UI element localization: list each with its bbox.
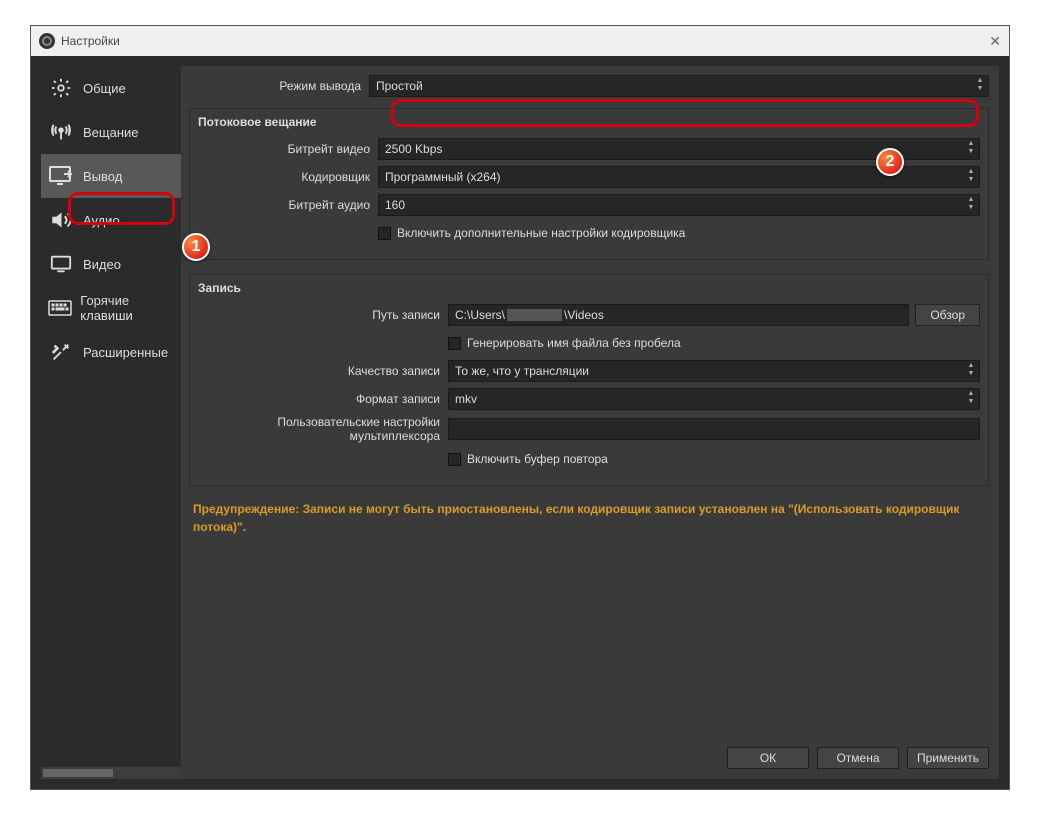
output-icon bbox=[47, 162, 75, 190]
output-mode-label: Режим вывода bbox=[189, 79, 369, 93]
sidebar-item-label: Вещание bbox=[83, 125, 139, 140]
obs-icon bbox=[39, 33, 55, 49]
audio-bitrate-value: 160 bbox=[385, 198, 405, 212]
encoder-label: Кодировщик bbox=[198, 170, 378, 184]
recording-quality-combo[interactable]: То же, что у трансляции ▲▼ bbox=[448, 360, 980, 382]
window-title: Настройки bbox=[61, 34, 120, 48]
output-mode-value: Простой bbox=[376, 79, 423, 93]
tools-icon bbox=[47, 338, 75, 366]
antenna-icon bbox=[47, 118, 75, 146]
replay-buffer-label: Включить буфер повтора bbox=[467, 452, 608, 466]
recording-format-combo[interactable]: mkv ▲▼ bbox=[448, 388, 980, 410]
replay-buffer-checkbox[interactable]: Включить буфер повтора bbox=[448, 452, 980, 466]
checkbox-icon bbox=[448, 337, 461, 350]
cancel-button[interactable]: Отмена bbox=[817, 747, 899, 769]
recording-path-suffix: \Videos bbox=[564, 308, 604, 322]
advanced-encoder-checkbox[interactable]: Включить дополнительные настройки кодиро… bbox=[378, 226, 980, 240]
video-bitrate-value: 2500 Kbps bbox=[385, 142, 442, 156]
mux-label: Пользовательские настройки мультиплексор… bbox=[198, 415, 448, 443]
recording-path-label: Путь записи bbox=[198, 308, 448, 322]
sidebar-item-output[interactable]: Вывод bbox=[41, 154, 181, 198]
sidebar: Общие Вещание Вывод Аудио Видео Горячие … bbox=[41, 66, 181, 779]
sidebar-item-general[interactable]: Общие bbox=[41, 66, 181, 110]
sidebar-item-label: Видео bbox=[83, 257, 121, 272]
recording-format-label: Формат записи bbox=[198, 392, 448, 406]
redacted-block bbox=[507, 309, 562, 321]
recording-quality-label: Качество записи bbox=[198, 364, 448, 378]
settings-window: Настройки ✕ Общие Вещание Вывод Аудио bbox=[30, 25, 1010, 790]
sidebar-item-stream[interactable]: Вещание bbox=[41, 110, 181, 154]
keyboard-icon bbox=[47, 294, 72, 322]
recording-path-prefix: C:\Users\ bbox=[455, 308, 505, 322]
monitor-icon bbox=[47, 250, 75, 278]
sidebar-item-video[interactable]: Видео bbox=[41, 242, 181, 286]
mux-input[interactable] bbox=[448, 418, 980, 440]
gear-icon bbox=[47, 74, 75, 102]
sidebar-item-label: Аудио bbox=[83, 213, 120, 228]
sidebar-item-label: Общие bbox=[83, 81, 126, 96]
checkbox-icon bbox=[448, 453, 461, 466]
warning-text: Предупреждение: Записи не могут быть при… bbox=[189, 494, 989, 542]
shell: Общие Вещание Вывод Аудио Видео Горячие … bbox=[31, 56, 1009, 789]
advanced-encoder-label: Включить дополнительные настройки кодиро… bbox=[397, 226, 685, 240]
sidebar-item-label: Расширенные bbox=[83, 345, 168, 360]
encoder-combo[interactable]: Программный (x264) ▲▼ bbox=[378, 166, 980, 188]
recording-path-input[interactable]: C:\Users\ \Videos bbox=[448, 304, 909, 326]
speaker-icon bbox=[47, 206, 75, 234]
encoder-value: Программный (x264) bbox=[385, 170, 501, 184]
recording-group: Запись Путь записи C:\Users\ \Videos Обз… bbox=[189, 274, 989, 486]
recording-quality-value: То же, что у трансляции bbox=[455, 364, 589, 378]
footer: ОК Отмена Применить bbox=[189, 737, 989, 769]
sidebar-item-label: Горячие клавиши bbox=[80, 293, 175, 323]
main-panel: Режим вывода Простой ▲▼ Потоковое вещани… bbox=[181, 66, 999, 779]
checkbox-icon bbox=[378, 227, 391, 240]
sidebar-item-advanced[interactable]: Расширенные bbox=[41, 330, 181, 374]
sidebar-item-hotkeys[interactable]: Горячие клавиши bbox=[41, 286, 181, 330]
recording-format-value: mkv bbox=[455, 392, 477, 406]
audio-bitrate-combo[interactable]: 160 ▲▼ bbox=[378, 194, 980, 216]
sidebar-scrollbar[interactable] bbox=[41, 767, 181, 779]
audio-bitrate-label: Битрейт аудио bbox=[198, 198, 378, 212]
nospace-checkbox[interactable]: Генерировать имя файла без пробела bbox=[448, 336, 980, 350]
output-mode-combo[interactable]: Простой ▲▼ bbox=[369, 75, 989, 97]
streaming-group: Потоковое вещание Битрейт видео 2500 Kbp… bbox=[189, 108, 989, 260]
streaming-title: Потоковое вещание bbox=[198, 115, 980, 129]
video-bitrate-spin[interactable]: 2500 Kbps ▲▼ bbox=[378, 138, 980, 160]
sidebar-item-label: Вывод bbox=[83, 169, 122, 184]
close-icon[interactable]: ✕ bbox=[989, 33, 1001, 50]
recording-title: Запись bbox=[198, 281, 980, 295]
apply-button[interactable]: Применить bbox=[907, 747, 989, 769]
ok-button[interactable]: ОК bbox=[727, 747, 809, 769]
video-bitrate-label: Битрейт видео bbox=[198, 142, 378, 156]
titlebar[interactable]: Настройки ✕ bbox=[31, 26, 1009, 56]
browse-button[interactable]: Обзор bbox=[915, 304, 980, 326]
sidebar-item-audio[interactable]: Аудио bbox=[41, 198, 181, 242]
nospace-label: Генерировать имя файла без пробела bbox=[467, 336, 681, 350]
